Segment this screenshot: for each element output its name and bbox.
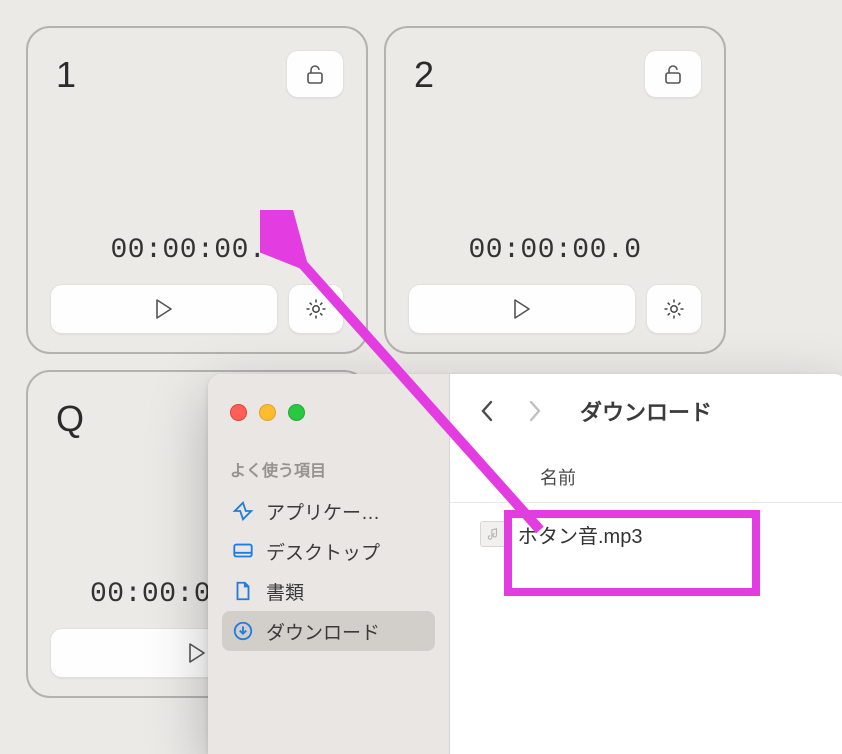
pad-time: 00:00:00.0	[408, 235, 702, 266]
sidebar-item-label: 書類	[266, 578, 304, 605]
finder-window: よく使う項目 アプリケー… デスクトップ 書類 ダウンロード	[208, 374, 842, 754]
pad-label: 2	[408, 50, 434, 96]
play-icon	[513, 299, 531, 319]
audio-file-icon	[480, 521, 506, 547]
finder-toolbar: ダウンロード	[450, 374, 842, 448]
sound-pad-1[interactable]: 1 00:00:00.0	[26, 26, 368, 354]
file-row[interactable]: ボタン音.mp3	[464, 511, 838, 557]
finder-title: ダウンロード	[580, 395, 712, 427]
pad-controls	[50, 284, 344, 334]
lock-button[interactable]	[286, 50, 344, 98]
finder-content: ダウンロード 名前 ボタン音.mp3	[450, 374, 842, 754]
gear-icon	[304, 297, 328, 321]
forward-button[interactable]	[522, 399, 548, 423]
unlock-icon	[661, 62, 685, 86]
unlock-icon	[303, 62, 327, 86]
back-button[interactable]	[474, 399, 500, 423]
column-header-name[interactable]: 名前	[450, 448, 842, 503]
pad-label: 1	[50, 50, 76, 96]
file-name: ボタン音.mp3	[518, 520, 642, 549]
sidebar-item-applications[interactable]: アプリケー…	[222, 491, 435, 531]
download-icon	[232, 620, 254, 642]
pad-label: Q	[50, 394, 84, 440]
pad-header: 1	[50, 50, 344, 98]
desktop-icon	[232, 540, 254, 562]
sidebar-item-label: ダウンロード	[266, 618, 380, 645]
gear-icon	[662, 297, 686, 321]
pad-header: 2	[408, 50, 702, 98]
sidebar-item-downloads[interactable]: ダウンロード	[222, 611, 435, 651]
document-icon	[232, 580, 254, 602]
applications-icon	[232, 500, 254, 522]
sidebar-item-label: デスクトップ	[266, 538, 380, 565]
sidebar-item-label: アプリケー…	[266, 498, 380, 525]
sidebar-item-desktop[interactable]: デスクトップ	[222, 531, 435, 571]
pad-time: 00:00:00.0	[50, 235, 344, 266]
settings-button[interactable]	[646, 284, 702, 334]
sidebar-item-documents[interactable]: 書類	[222, 571, 435, 611]
play-icon	[155, 299, 173, 319]
lock-button[interactable]	[644, 50, 702, 98]
play-icon	[188, 643, 206, 663]
sound-pad-2[interactable]: 2 00:00:00.0	[384, 26, 726, 354]
finder-sidebar: よく使う項目 アプリケー… デスクトップ 書類 ダウンロード	[208, 374, 450, 754]
settings-button[interactable]	[288, 284, 344, 334]
close-window-button[interactable]	[230, 404, 247, 421]
window-controls	[222, 404, 435, 421]
maximize-window-button[interactable]	[288, 404, 305, 421]
play-button[interactable]	[50, 284, 278, 334]
minimize-window-button[interactable]	[259, 404, 276, 421]
pad-controls	[408, 284, 702, 334]
sidebar-section-header: よく使う項目	[222, 457, 435, 491]
play-button[interactable]	[408, 284, 636, 334]
